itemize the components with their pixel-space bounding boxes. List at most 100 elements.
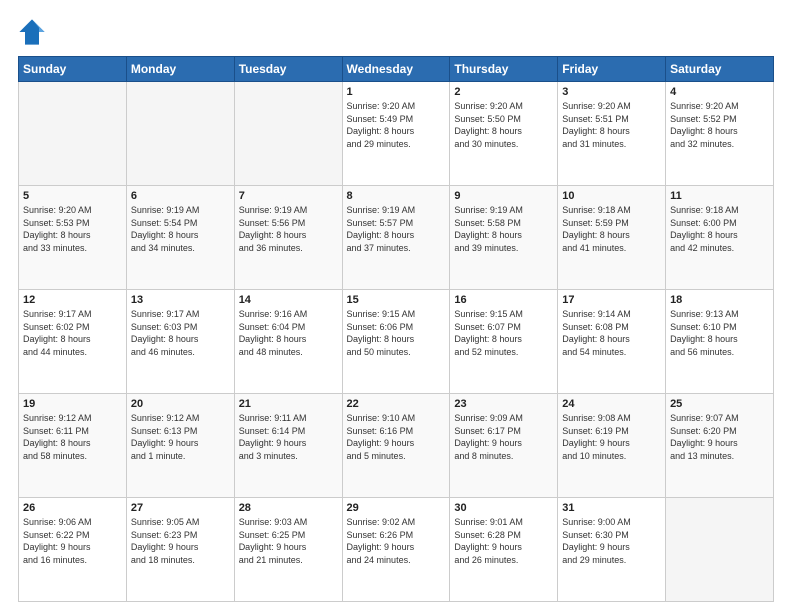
day-info: Sunrise: 9:07 AMSunset: 6:20 PMDaylight:… xyxy=(670,412,769,462)
calendar-cell: 2 Sunrise: 9:20 AMSunset: 5:50 PMDaylight… xyxy=(450,82,558,186)
calendar-cell: 5 Sunrise: 9:20 AMSunset: 5:53 PMDaylight… xyxy=(19,186,127,290)
calendar-cell: 17 Sunrise: 9:14 AMSunset: 6:08 PMDayligh… xyxy=(558,290,666,394)
day-info: Sunrise: 9:20 AMSunset: 5:53 PMDaylight:… xyxy=(23,204,122,254)
calendar-cell: 3 Sunrise: 9:20 AMSunset: 5:51 PMDaylight… xyxy=(558,82,666,186)
calendar-week-2: 5 Sunrise: 9:20 AMSunset: 5:53 PMDaylight… xyxy=(19,186,774,290)
calendar-week-1: 1 Sunrise: 9:20 AMSunset: 5:49 PMDaylight… xyxy=(19,82,774,186)
calendar-cell: 14 Sunrise: 9:16 AMSunset: 6:04 PMDayligh… xyxy=(234,290,342,394)
day-info: Sunrise: 9:08 AMSunset: 6:19 PMDaylight:… xyxy=(562,412,661,462)
day-info: Sunrise: 9:15 AMSunset: 6:07 PMDaylight:… xyxy=(454,308,553,358)
day-number: 9 xyxy=(454,190,553,202)
logo-icon xyxy=(18,18,46,46)
day-number: 12 xyxy=(23,294,122,306)
day-info: Sunrise: 9:13 AMSunset: 6:10 PMDaylight:… xyxy=(670,308,769,358)
day-number: 2 xyxy=(454,86,553,98)
calendar-cell: 28Sunrise: 9:03 AMSunset: 6:25 PMDayligh… xyxy=(234,498,342,602)
day-info: Sunrise: 9:16 AMSunset: 6:04 PMDaylight:… xyxy=(239,308,338,358)
calendar-cell xyxy=(234,82,342,186)
day-number: 30 xyxy=(454,502,553,514)
calendar-cell: 24 Sunrise: 9:08 AMSunset: 6:19 PMDayligh… xyxy=(558,394,666,498)
weekday-header-wednesday: Wednesday xyxy=(342,57,450,82)
calendar-cell xyxy=(19,82,127,186)
day-number: 20 xyxy=(131,398,230,410)
day-number: 21 xyxy=(239,398,338,410)
weekday-header-monday: Monday xyxy=(126,57,234,82)
day-info: Sunrise: 9:18 AMSunset: 5:59 PMDaylight:… xyxy=(562,204,661,254)
day-info: Sunrise: 9:12 AMSunset: 6:13 PMDaylight:… xyxy=(131,412,230,462)
weekday-header-saturday: Saturday xyxy=(666,57,774,82)
day-info: Sunrise: 9:19 AMSunset: 5:54 PMDaylight:… xyxy=(131,204,230,254)
calendar-cell: 19 Sunrise: 9:12 AMSunset: 6:11 PMDayligh… xyxy=(19,394,127,498)
day-number: 15 xyxy=(347,294,446,306)
calendar-week-4: 19 Sunrise: 9:12 AMSunset: 6:11 PMDayligh… xyxy=(19,394,774,498)
calendar-cell: 31Sunrise: 9:00 AMSunset: 6:30 PMDayligh… xyxy=(558,498,666,602)
day-number: 17 xyxy=(562,294,661,306)
weekday-header-sunday: Sunday xyxy=(19,57,127,82)
day-number: 26 xyxy=(23,502,122,514)
calendar-cell: 6 Sunrise: 9:19 AMSunset: 5:54 PMDaylight… xyxy=(126,186,234,290)
calendar-cell: 12 Sunrise: 9:17 AMSunset: 6:02 PMDayligh… xyxy=(19,290,127,394)
calendar-cell: 18 Sunrise: 9:13 AMSunset: 6:10 PMDayligh… xyxy=(666,290,774,394)
day-info: Sunrise: 9:15 AMSunset: 6:06 PMDaylight:… xyxy=(347,308,446,358)
day-info: Sunrise: 9:20 AMSunset: 5:50 PMDaylight:… xyxy=(454,100,553,150)
calendar-cell: 25Sunrise: 9:07 AMSunset: 6:20 PMDayligh… xyxy=(666,394,774,498)
day-number: 10 xyxy=(562,190,661,202)
calendar-cell: 15 Sunrise: 9:15 AMSunset: 6:06 PMDayligh… xyxy=(342,290,450,394)
calendar-cell xyxy=(666,498,774,602)
calendar-cell: 26Sunrise: 9:06 AMSunset: 6:22 PMDayligh… xyxy=(19,498,127,602)
day-info: Sunrise: 9:00 AMSunset: 6:30 PMDaylight:… xyxy=(562,516,661,566)
calendar-cell: 7 Sunrise: 9:19 AMSunset: 5:56 PMDaylight… xyxy=(234,186,342,290)
day-number: 8 xyxy=(347,190,446,202)
calendar-cell xyxy=(126,82,234,186)
day-info: Sunrise: 9:18 AMSunset: 6:00 PMDaylight:… xyxy=(670,204,769,254)
day-number: 5 xyxy=(23,190,122,202)
day-info: Sunrise: 9:19 AMSunset: 5:58 PMDaylight:… xyxy=(454,204,553,254)
day-info: Sunrise: 9:12 AMSunset: 6:11 PMDaylight:… xyxy=(23,412,122,462)
day-number: 19 xyxy=(23,398,122,410)
day-info: Sunrise: 9:20 AMSunset: 5:52 PMDaylight:… xyxy=(670,100,769,150)
day-number: 6 xyxy=(131,190,230,202)
day-info: Sunrise: 9:10 AMSunset: 6:16 PMDaylight:… xyxy=(347,412,446,462)
calendar-cell: 22 Sunrise: 9:10 AMSunset: 6:16 PMDayligh… xyxy=(342,394,450,498)
calendar-cell: 16 Sunrise: 9:15 AMSunset: 6:07 PMDayligh… xyxy=(450,290,558,394)
day-number: 11 xyxy=(670,190,769,202)
day-info: Sunrise: 9:19 AMSunset: 5:57 PMDaylight:… xyxy=(347,204,446,254)
calendar-week-3: 12 Sunrise: 9:17 AMSunset: 6:02 PMDayligh… xyxy=(19,290,774,394)
day-number: 7 xyxy=(239,190,338,202)
calendar-cell: 9 Sunrise: 9:19 AMSunset: 5:58 PMDaylight… xyxy=(450,186,558,290)
day-info: Sunrise: 9:20 AMSunset: 5:49 PMDaylight:… xyxy=(347,100,446,150)
day-number: 4 xyxy=(670,86,769,98)
calendar-table: SundayMondayTuesdayWednesdayThursdayFrid… xyxy=(18,56,774,602)
day-number: 22 xyxy=(347,398,446,410)
day-info: Sunrise: 9:17 AMSunset: 6:02 PMDaylight:… xyxy=(23,308,122,358)
day-number: 28 xyxy=(239,502,338,514)
calendar-cell: 23Sunrise: 9:09 AMSunset: 6:17 PMDayligh… xyxy=(450,394,558,498)
day-number: 1 xyxy=(347,86,446,98)
day-number: 16 xyxy=(454,294,553,306)
weekday-header-thursday: Thursday xyxy=(450,57,558,82)
day-info: Sunrise: 9:17 AMSunset: 6:03 PMDaylight:… xyxy=(131,308,230,358)
day-info: Sunrise: 9:01 AMSunset: 6:28 PMDaylight:… xyxy=(454,516,553,566)
day-number: 3 xyxy=(562,86,661,98)
day-info: Sunrise: 9:20 AMSunset: 5:51 PMDaylight:… xyxy=(562,100,661,150)
calendar-cell: 27Sunrise: 9:05 AMSunset: 6:23 PMDayligh… xyxy=(126,498,234,602)
calendar-cell: 8 Sunrise: 9:19 AMSunset: 5:57 PMDaylight… xyxy=(342,186,450,290)
calendar-cell: 1 Sunrise: 9:20 AMSunset: 5:49 PMDaylight… xyxy=(342,82,450,186)
calendar-cell: 11 Sunrise: 9:18 AMSunset: 6:00 PMDayligh… xyxy=(666,186,774,290)
weekday-header-tuesday: Tuesday xyxy=(234,57,342,82)
logo xyxy=(18,18,50,46)
day-number: 14 xyxy=(239,294,338,306)
calendar-cell: 29 Sunrise: 9:02 AMSunset: 6:26 PMDayligh… xyxy=(342,498,450,602)
calendar-cell: 20 Sunrise: 9:12 AMSunset: 6:13 PMDayligh… xyxy=(126,394,234,498)
day-info: Sunrise: 9:02 AMSunset: 6:26 PMDaylight:… xyxy=(347,516,446,566)
day-number: 23 xyxy=(454,398,553,410)
calendar-cell: 21Sunrise: 9:11 AMSunset: 6:14 PMDayligh… xyxy=(234,394,342,498)
calendar-cell: 13Sunrise: 9:17 AMSunset: 6:03 PMDayligh… xyxy=(126,290,234,394)
day-number: 29 xyxy=(347,502,446,514)
day-number: 18 xyxy=(670,294,769,306)
day-info: Sunrise: 9:14 AMSunset: 6:08 PMDaylight:… xyxy=(562,308,661,358)
day-number: 24 xyxy=(562,398,661,410)
day-info: Sunrise: 9:05 AMSunset: 6:23 PMDaylight:… xyxy=(131,516,230,566)
weekday-header-friday: Friday xyxy=(558,57,666,82)
day-info: Sunrise: 9:19 AMSunset: 5:56 PMDaylight:… xyxy=(239,204,338,254)
